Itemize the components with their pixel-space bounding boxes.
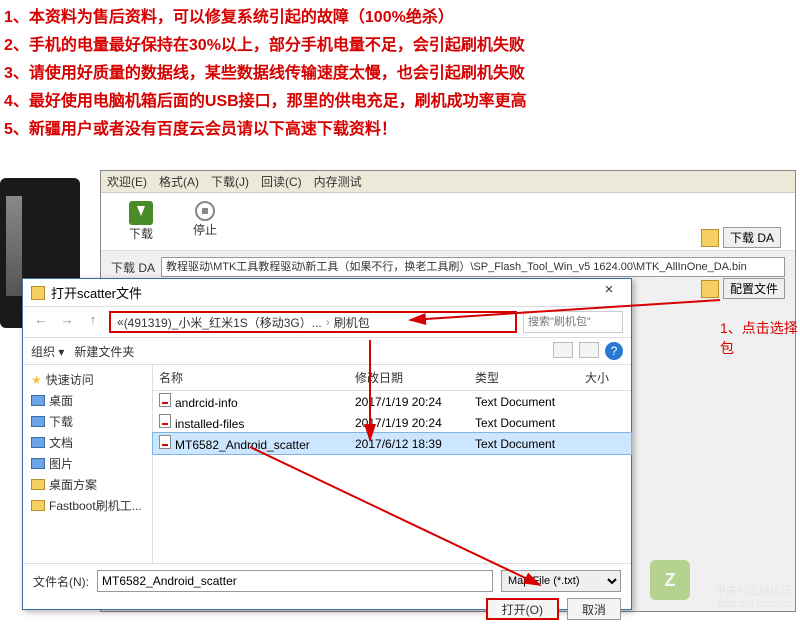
forward-button[interactable]: → bbox=[57, 312, 77, 332]
folder-icon bbox=[31, 437, 45, 448]
column-date[interactable]: 修改日期 bbox=[355, 369, 475, 386]
menu-memtest[interactable]: 内存测试 bbox=[314, 173, 362, 190]
download-button[interactable]: 下载 bbox=[129, 201, 153, 242]
da-label: 下载 DA bbox=[111, 259, 155, 276]
menu-readback[interactable]: 回读(C) bbox=[261, 173, 302, 190]
filename-input[interactable] bbox=[97, 570, 493, 592]
sidebar-item-pictures[interactable]: 图片 bbox=[23, 453, 152, 474]
instruction-5: 5、新疆用户或者没有百度云会员请以下高速下载资料！ bbox=[0, 116, 800, 144]
column-name[interactable]: 名称 bbox=[159, 369, 355, 386]
file-list: 名称 修改日期 类型 大小 andrcid-info 2017/1/19 20:… bbox=[153, 365, 631, 563]
open-file-dialog: 打开scatter文件 × ← → ↑ « (491319)_小米_红米1S（移… bbox=[22, 278, 632, 610]
folder-icon bbox=[31, 286, 45, 300]
file-row-selected[interactable]: MT6582_Android_scatter 2017/6/12 18:39 T… bbox=[153, 433, 631, 454]
instruction-4: 4、最好使用电脑机箱后面的USB接口，那里的供电充足，刷机成功率更高 bbox=[0, 88, 800, 116]
file-row[interactable]: installed-files 2017/1/19 20:24 Text Doc… bbox=[153, 412, 631, 433]
download-da-button[interactable]: 下载 DA bbox=[701, 227, 785, 248]
file-row[interactable]: andrcid-info 2017/1/19 20:24 Text Docume… bbox=[153, 391, 631, 412]
instruction-1: 1、本资料为售后资料，可以修复系统引起的故障（100%绝杀） bbox=[0, 4, 800, 32]
menu-bar: 欢迎(E) 格式(A) 下载(J) 回读(C) 内存测试 bbox=[101, 171, 795, 193]
menu-welcome[interactable]: 欢迎(E) bbox=[107, 173, 147, 190]
cancel-button[interactable]: 取消 bbox=[567, 598, 621, 620]
filename-label: 文件名(N): bbox=[33, 573, 89, 590]
new-folder-button[interactable]: 新建文件夹 bbox=[74, 343, 134, 360]
filetype-select[interactable]: Map File (*.txt) bbox=[501, 570, 621, 592]
column-size[interactable]: 大小 bbox=[585, 369, 625, 386]
dialog-title: 打开scatter文件 bbox=[51, 283, 142, 302]
open-button[interactable]: 打开(O) bbox=[486, 598, 559, 620]
document-icon bbox=[159, 414, 171, 428]
folder-icon bbox=[31, 458, 45, 469]
organize-menu[interactable]: 组织 ▾ bbox=[31, 343, 64, 360]
download-icon bbox=[129, 201, 153, 225]
zol-badge: Z bbox=[650, 560, 690, 600]
sidebar-item-fastboot[interactable]: Fastboot刷机工... bbox=[23, 495, 152, 516]
back-button[interactable]: ← bbox=[31, 312, 51, 332]
folder-icon bbox=[701, 280, 719, 298]
folder-icon bbox=[31, 395, 45, 406]
sidebar-item-documents[interactable]: 文档 bbox=[23, 432, 152, 453]
sidebar-quick-access[interactable]: ★快速访问 bbox=[23, 369, 152, 390]
folder-icon bbox=[31, 500, 45, 511]
menu-format[interactable]: 格式(A) bbox=[159, 173, 199, 190]
config-file-button[interactable]: 配置文件 bbox=[701, 278, 785, 299]
watermark: 中关村在线论坛 bbs.zol.com.cn bbox=[715, 582, 792, 610]
sidebar-item-desktop[interactable]: 桌面 bbox=[23, 390, 152, 411]
help-icon[interactable]: ? bbox=[605, 342, 623, 360]
folder-icon bbox=[701, 229, 719, 247]
view-icon[interactable] bbox=[553, 342, 573, 358]
star-icon: ★ bbox=[31, 373, 42, 387]
document-icon bbox=[159, 435, 171, 449]
document-icon bbox=[159, 393, 171, 407]
breadcrumb-path[interactable]: « (491319)_小米_红米1S（移动3G）... › 刷机包 bbox=[109, 311, 517, 333]
instruction-3: 3、请使用好质量的数据线，某些数据线传输速度太慢，也会引起刷机失败 bbox=[0, 60, 800, 88]
sidebar-item-downloads[interactable]: 下载 bbox=[23, 411, 152, 432]
sidebar: ★快速访问 桌面 下载 文档 图片 桌面方案 Fastboot刷机工... bbox=[23, 365, 153, 563]
search-input[interactable] bbox=[523, 311, 623, 333]
column-type[interactable]: 类型 bbox=[475, 369, 585, 386]
view-icon[interactable] bbox=[579, 342, 599, 358]
stop-button[interactable]: 停止 bbox=[193, 201, 217, 242]
stop-icon bbox=[195, 201, 215, 221]
menu-download[interactable]: 下载(J) bbox=[211, 173, 249, 190]
up-button[interactable]: ↑ bbox=[83, 312, 103, 332]
sidebar-item-desktop-plan[interactable]: 桌面方案 bbox=[23, 474, 152, 495]
close-button[interactable]: × bbox=[591, 281, 627, 301]
folder-icon bbox=[31, 479, 45, 490]
da-path-input[interactable]: 教程驱动\MTK工具教程驱动\新工具（如果不行，换老工具刷）\SP_Flash_… bbox=[161, 257, 785, 277]
instruction-2: 2、手机的电量最好保持在30%以上，部分手机电量不足，会引起刷机失败 bbox=[0, 32, 800, 60]
annotation-1: 1、点击选择包 bbox=[720, 318, 800, 358]
instruction-list: 1、本资料为售后资料，可以修复系统引起的故障（100%绝杀） 2、手机的电量最好… bbox=[0, 0, 800, 152]
folder-icon bbox=[31, 416, 45, 427]
